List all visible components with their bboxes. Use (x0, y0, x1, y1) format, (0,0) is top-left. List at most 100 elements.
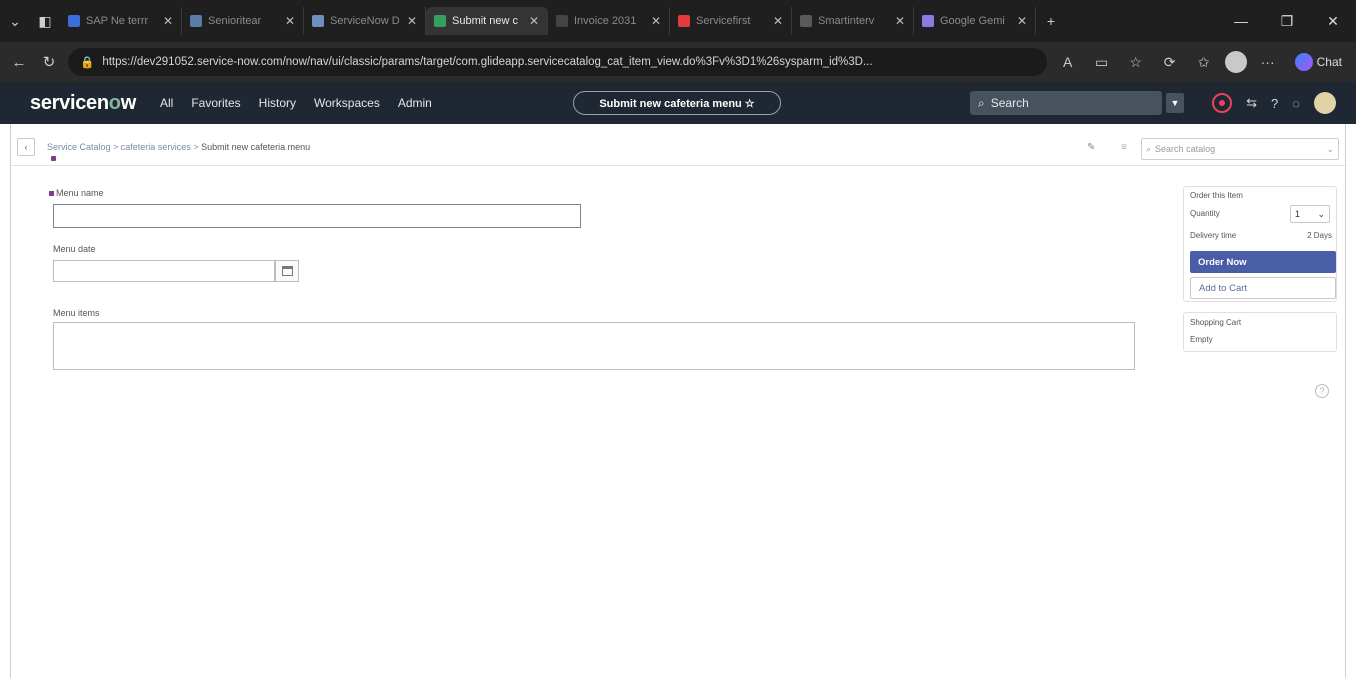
global-search[interactable]: ⌕ Search ▼ (970, 91, 1184, 115)
order-panel: Order this Item Quantity 1 ⌄ Delivery tim… (1183, 186, 1337, 302)
menu-favorites[interactable]: Favorites (191, 96, 240, 110)
order-title: Order this Item (1190, 191, 1243, 200)
menu-name-label: Menu name (49, 188, 104, 198)
required-marker (49, 191, 54, 197)
close-tab-icon[interactable]: ✕ (651, 14, 661, 28)
help-circle-icon[interactable]: ? (1271, 96, 1278, 111)
user-avatar[interactable] (1314, 92, 1336, 114)
more-icon[interactable]: ≡ (1121, 142, 1127, 153)
browser-tab[interactable]: Invoice 2031 ✕ (548, 7, 670, 35)
edit-icon[interactable]: ✎ (1087, 142, 1095, 153)
close-tab-icon[interactable]: ✕ (1017, 14, 1027, 28)
menu-workspaces[interactable]: Workspaces (314, 96, 380, 110)
profile-avatar[interactable] (1224, 51, 1247, 73)
menu-date-label: Menu date (53, 244, 96, 254)
back-arrow-icon[interactable]: ← (8, 54, 30, 71)
header-actions: ⇆ ? ◌ (1212, 82, 1336, 124)
date-picker-button[interactable] (275, 260, 299, 282)
url-field[interactable]: 🔒 https://dev291052.service-now.com/now/… (68, 48, 1047, 76)
back-button[interactable]: ‹ (17, 138, 35, 156)
browser-tab[interactable]: SAP Ne terrr ✕ (60, 7, 182, 35)
favorite-star-icon[interactable]: ☆ (1123, 54, 1149, 71)
notifications-icon[interactable]: ◌ (1292, 96, 1300, 111)
read-aloud-icon[interactable]: A (1055, 54, 1081, 70)
menu-history[interactable]: History (259, 96, 296, 110)
chevron-down-icon: ⌄ (1317, 208, 1325, 219)
quantity-label: Quantity (1190, 209, 1220, 218)
search-scope-dropdown[interactable]: ▼ (1166, 93, 1184, 113)
copilot-icon (1294, 53, 1313, 71)
copilot-chat-button[interactable]: Chat (1289, 53, 1348, 71)
breadcrumb-bar: ‹ Service Catalog > cafeteria services >… (11, 132, 1347, 166)
browser-tab[interactable]: Google Gemi ✕ (914, 7, 1036, 35)
url-text: https://dev291052.service-now.com/now/na… (102, 56, 873, 68)
delivery-label: Delivery time (1190, 231, 1237, 240)
info-icon[interactable]: ? (1315, 384, 1329, 398)
menu-items-textarea[interactable] (53, 322, 1135, 370)
catalog-search-icon: ⌕ (1146, 143, 1152, 154)
context-title-pill[interactable]: Submit new cafeteria menu ☆ (573, 91, 781, 115)
tab-label: Google Gemi (940, 15, 1005, 27)
browser-tab[interactable]: Submit new c ✕ (426, 7, 548, 35)
tab-label: Senioritear (208, 15, 262, 27)
browser-tab-strip: ⌄ ◧ SAP Ne terrr ✕ Senioritear ✕ ServiceNow … (0, 0, 1356, 42)
search-icon: ⌕ (978, 95, 985, 110)
close-tab-icon[interactable]: ✕ (529, 14, 539, 28)
menu-date-field[interactable] (53, 260, 275, 282)
tab-favicon-icon (434, 15, 446, 27)
menu-name-field[interactable] (53, 204, 581, 228)
tab-favicon-icon (190, 15, 202, 27)
browser-tab[interactable]: Senioritear ✕ (182, 7, 304, 35)
record-icon[interactable] (1212, 93, 1233, 113)
close-tab-icon[interactable]: ✕ (163, 14, 173, 28)
tab-label: Submit new c (452, 15, 519, 27)
tab-actions-icon[interactable]: ⌄ (0, 13, 30, 30)
browser-tab[interactable]: Smartinterv ✕ (792, 7, 914, 35)
order-now-button[interactable]: Order Now (1190, 251, 1336, 273)
add-to-cart-button[interactable]: Add to Cart (1190, 277, 1336, 299)
servicenow-logo[interactable]: servicenow (30, 92, 136, 115)
shopping-cart-panel: Shopping Cart Empty (1183, 312, 1337, 352)
favorites-icon[interactable]: ✩ (1191, 54, 1217, 71)
close-tab-icon[interactable]: ✕ (407, 14, 417, 28)
workspaces-icon[interactable]: ◧ (30, 13, 60, 30)
menu-items-label: Menu items (53, 308, 100, 318)
chevron-down-icon: ⌄ (1326, 143, 1334, 154)
main-menu: All Favorites History Workspaces Admin (160, 96, 432, 110)
refresh-icon[interactable]: ↻ (38, 53, 60, 71)
tab-label: SAP Ne terrr (86, 15, 149, 27)
lock-icon: 🔒 (80, 57, 95, 69)
cart-status: Empty (1190, 335, 1213, 344)
close-window-button[interactable]: ✕ (1310, 13, 1356, 30)
required-indicator (51, 156, 56, 161)
close-tab-icon[interactable]: ✕ (773, 14, 783, 28)
tab-favicon-icon (68, 15, 80, 27)
breadcrumb: Service Catalog > cafeteria services > S… (47, 142, 310, 152)
tab-favicon-icon (922, 15, 934, 27)
breadcrumb-links[interactable]: Service Catalog > cafeteria services > (47, 142, 201, 152)
context-title: Submit new cafeteria menu ☆ (599, 97, 755, 110)
browser-tab[interactable]: ServiceNow D ✕ (304, 7, 426, 35)
menu-admin[interactable]: Admin (398, 96, 432, 110)
catalog-search[interactable]: ⌕ Search catalog ⌄ (1141, 138, 1339, 160)
tab-label: Smartinterv (818, 15, 875, 27)
servicenow-header: servicenow All Favorites History Workspa… (0, 82, 1356, 124)
menu-all[interactable]: All (160, 96, 173, 110)
close-tab-icon[interactable]: ✕ (895, 14, 905, 28)
extensions-icon[interactable]: ⟳ (1157, 54, 1183, 71)
quantity-select[interactable]: 1 ⌄ (1290, 205, 1330, 223)
close-tab-icon[interactable]: ✕ (285, 14, 295, 28)
delivery-value: 2 Days (1307, 231, 1332, 240)
tab-label: Invoice 2031 (574, 15, 637, 27)
tab-favicon-icon (556, 15, 568, 27)
new-tab-button[interactable]: + (1036, 13, 1066, 29)
more-options-icon[interactable]: ··· (1255, 54, 1281, 70)
minimize-button[interactable]: — (1218, 13, 1264, 29)
browser-tab[interactable]: Servicefirst ✕ (670, 7, 792, 35)
restore-button[interactable]: ❐ (1264, 13, 1310, 30)
split-screen-icon[interactable]: ▭ (1089, 54, 1115, 71)
calendar-icon (281, 266, 293, 276)
catalog-item-form: ‹ Service Catalog > cafeteria services >… (10, 124, 1347, 678)
tab-favicon-icon (312, 15, 324, 27)
chat-icon[interactable]: ⇆ (1246, 95, 1257, 111)
